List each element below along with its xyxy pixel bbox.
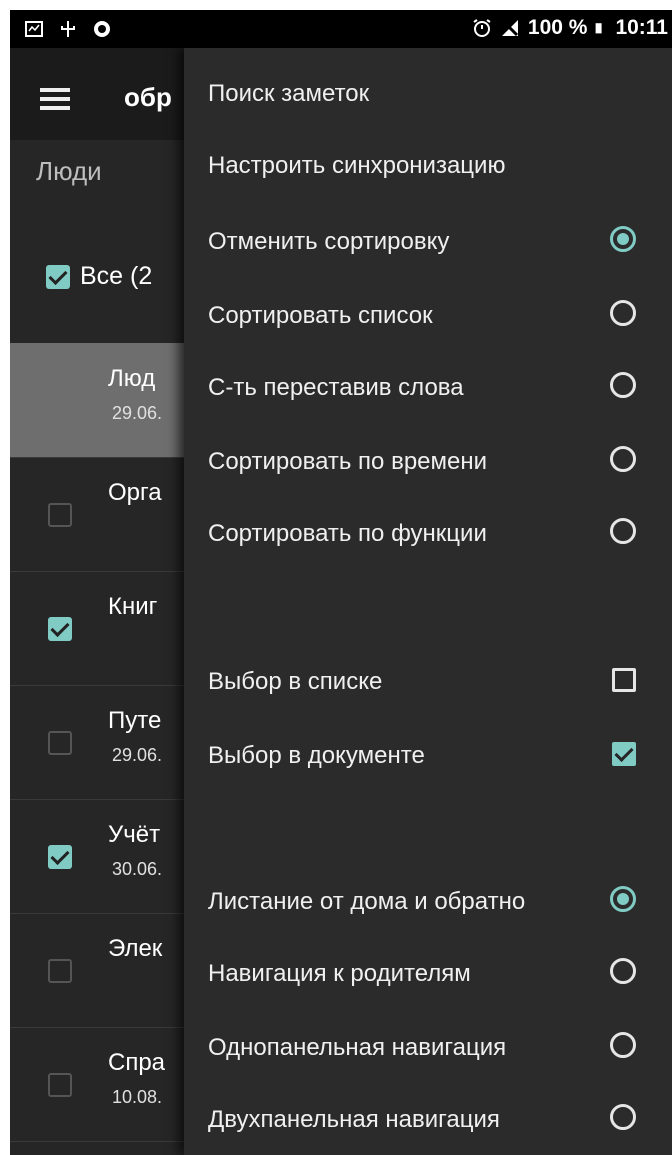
- section-label: Люди: [36, 156, 102, 186]
- menu-item-sort-time[interactable]: Сортировать по времени: [208, 448, 487, 476]
- list-item-checkbox[interactable]: [48, 503, 72, 527]
- sort-cancel-radio[interactable]: [610, 226, 636, 252]
- battery-percent: 100 %: [527, 16, 588, 39]
- menu-item-sort-function[interactable]: Сортировать по функции: [208, 520, 487, 548]
- list-item-title: Учёт: [108, 821, 161, 848]
- menu-item-select-document[interactable]: Выбор в документе: [208, 742, 425, 770]
- list-item-title: Элек: [108, 935, 163, 962]
- phone-screen: 100 % 10:11 обр Люди Все (2 Люд 29.06. О…: [10, 10, 672, 1155]
- menu-item-sort-list[interactable]: Сортировать список: [208, 302, 433, 330]
- menu-item-nav-home[interactable]: Листание от дома и обратно: [208, 888, 525, 916]
- select-all-label: Все (2: [80, 262, 153, 290]
- list-item-checkbox[interactable]: [48, 845, 72, 869]
- nav-home-radio[interactable]: [610, 886, 636, 912]
- list-item-checkbox[interactable]: [48, 959, 72, 983]
- list-item-date: 29.06.: [112, 403, 163, 423]
- nav-parents-radio[interactable]: [610, 958, 636, 984]
- list-item-date: 30.06.: [112, 859, 163, 879]
- sort-words-radio[interactable]: [610, 372, 636, 398]
- menu-icon[interactable]: [40, 88, 70, 110]
- menu-item-search[interactable]: Поиск заметок: [208, 80, 369, 108]
- list-item-checkbox[interactable]: [48, 731, 72, 755]
- no-signal-icon: [501, 19, 518, 37]
- nav-double-radio[interactable]: [610, 1104, 636, 1130]
- menu-item-nav-double[interactable]: Двухпанельная навигация: [208, 1106, 500, 1134]
- toolbar-title: обр: [124, 82, 172, 112]
- battery-icon: [596, 23, 603, 34]
- list-item-title: Орга: [108, 479, 162, 506]
- select-all-checkbox[interactable]: [46, 264, 70, 289]
- screenshot-icon: [25, 21, 43, 37]
- list-item-checkbox[interactable]: [48, 617, 72, 641]
- sort-list-radio[interactable]: [610, 300, 636, 326]
- list-item-date: 29.06.: [112, 745, 163, 765]
- status-bar: 100 % 10:11: [10, 10, 672, 48]
- menu-item-sort-cancel[interactable]: Отменить сортировку: [208, 228, 449, 256]
- list-item-title: Книг: [108, 593, 158, 620]
- list-item-checkbox[interactable]: [48, 1073, 72, 1097]
- menu-item-sort-words[interactable]: С-ть переставив слова: [208, 374, 464, 402]
- nav-single-radio[interactable]: [610, 1032, 636, 1058]
- list-item-title: Люд: [108, 365, 156, 392]
- list-item-date: 10.08.: [112, 1087, 163, 1107]
- menu-item-nav-single[interactable]: Однопанельная навигация: [208, 1034, 506, 1062]
- overflow-menu: Поиск заметок Настроить синхронизацию От…: [184, 48, 672, 1155]
- sort-function-radio[interactable]: [610, 518, 636, 544]
- menu-item-nav-parents[interactable]: Навигация к родителям: [208, 960, 471, 988]
- clock: 10:11: [615, 16, 668, 39]
- select-list-checkbox[interactable]: [612, 668, 636, 692]
- alarm-icon: [473, 19, 491, 37]
- select-all-row[interactable]: Все (2: [46, 262, 152, 291]
- menu-item-sync[interactable]: Настроить синхронизацию: [208, 152, 505, 180]
- list-item-title: Путе: [108, 707, 162, 734]
- list-item-title: Спра: [108, 1049, 166, 1076]
- select-document-checkbox[interactable]: [612, 742, 636, 766]
- sync-status-icon: [94, 21, 110, 37]
- sort-time-radio[interactable]: [610, 446, 636, 472]
- usb-icon: [61, 21, 75, 37]
- menu-item-select-list[interactable]: Выбор в списке: [208, 668, 382, 696]
